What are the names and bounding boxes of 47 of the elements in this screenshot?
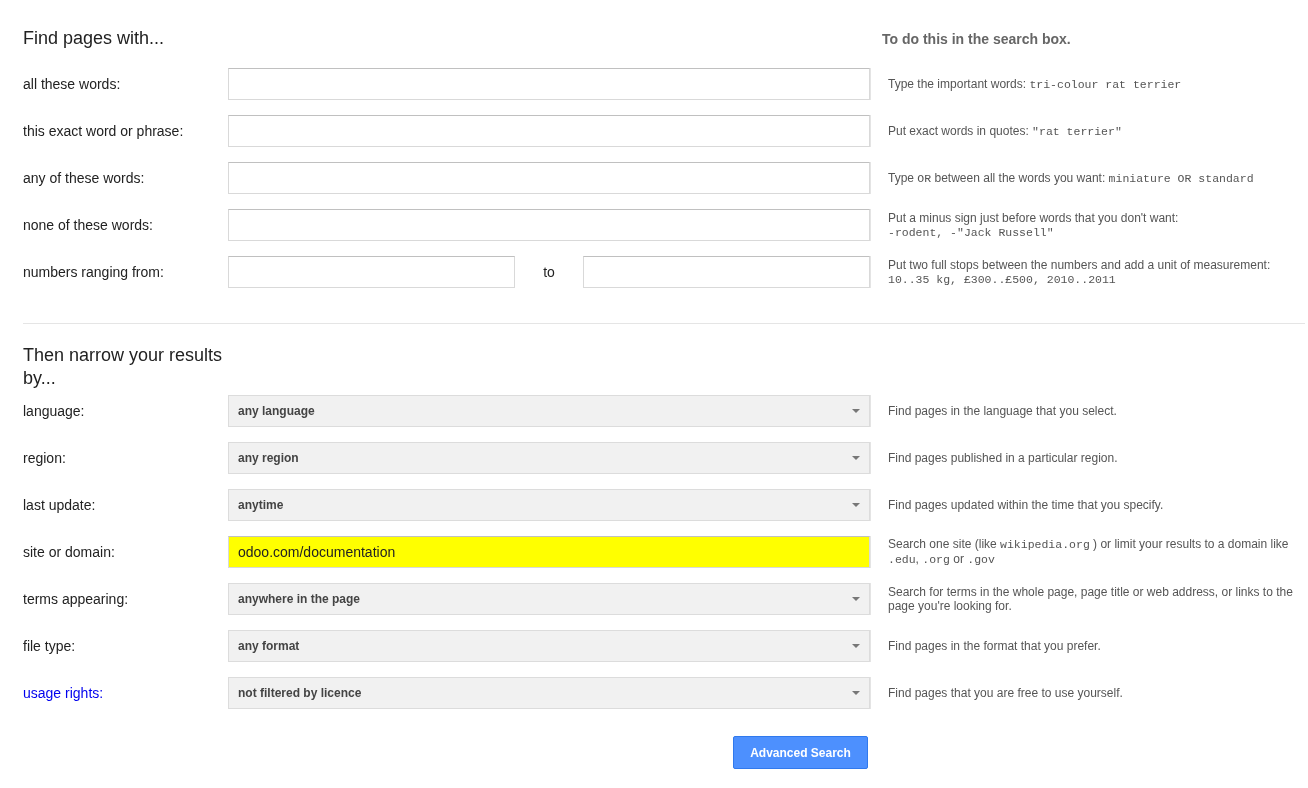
range-from-field[interactable] [228, 256, 516, 288]
text-field[interactable] [228, 68, 870, 100]
hint-text: Type the important words: tri-colour rat terrier [888, 76, 1182, 92]
section-heading: Find pages with... [23, 27, 166, 50]
dropdown[interactable]: any format [228, 630, 870, 662]
dropdown-arrow-icon [852, 644, 860, 648]
dropdown-arrow-icon [852, 409, 860, 413]
field-label: this exact word or phrase: [23, 123, 185, 139]
hint-text: Put exact words in quotes: "rat terrier" [888, 123, 1122, 139]
hint-text: Put two full stops between the numbers and add a unit of measurement: 10..35 kg, £300..£500, 2010..2011 [888, 257, 1271, 287]
field-label: all these words: [23, 76, 122, 92]
section-heading: Then narrow your results by... [23, 344, 224, 390]
dropdown[interactable]: not filtered by licence [228, 677, 870, 709]
dropdown[interactable]: any language [228, 395, 870, 427]
field-label: file type: [23, 638, 77, 654]
hint-text: Search for terms in the whole page, page title or web address, or links to the page you're looking for. [888, 585, 1294, 613]
dropdown-arrow-icon [852, 597, 860, 601]
field-label: terms appearing: [23, 591, 130, 607]
dropdown-arrow-icon [852, 691, 860, 695]
text-field[interactable] [228, 115, 870, 147]
hint-text: Type OR between all the words you want: miniature OR standard [888, 170, 1254, 186]
hint-text: Find pages that you are free to use yourself. [888, 686, 1123, 700]
hint-text: Find pages in the format that you prefer. [888, 639, 1101, 653]
range-separator: to [543, 264, 555, 280]
dropdown-arrow-icon [852, 456, 860, 460]
hint-text: Put a minus sign just before words that you don't want: -rodent, -"Jack Russell" [888, 210, 1179, 240]
field-label: any of these words: [23, 170, 146, 186]
text-field[interactable]: odoo.com/documentation [228, 536, 870, 568]
dropdown[interactable]: anywhere in the page [228, 583, 870, 615]
field-label: none of these words: [23, 217, 154, 233]
dropdown[interactable]: anytime [228, 489, 870, 521]
field-label: numbers ranging from: [23, 264, 165, 280]
text-field[interactable] [228, 162, 870, 194]
field-label: region: [23, 450, 67, 466]
field-label: last update: [23, 497, 97, 513]
label-link[interactable]: usage rights: [23, 685, 228, 701]
range-to-field[interactable] [582, 256, 870, 288]
text-field[interactable] [228, 209, 870, 241]
field-label: language: [23, 403, 86, 419]
hint-text: Find pages in the language that you select. [888, 404, 1117, 418]
hint-column-heading: To do this in the search box. [881, 30, 1072, 47]
hint-text: Find pages updated within the time that you specify. [888, 498, 1164, 512]
dropdown-arrow-icon [852, 503, 860, 507]
hint-text: Find pages published in a particular region. [888, 451, 1118, 465]
hint-text: Search one site (like wikipedia.org ) or limit your results to a domain like .edu, .org or .gov [888, 537, 1290, 567]
field-label: site or domain: [23, 544, 116, 560]
dropdown[interactable]: any region [228, 442, 870, 474]
